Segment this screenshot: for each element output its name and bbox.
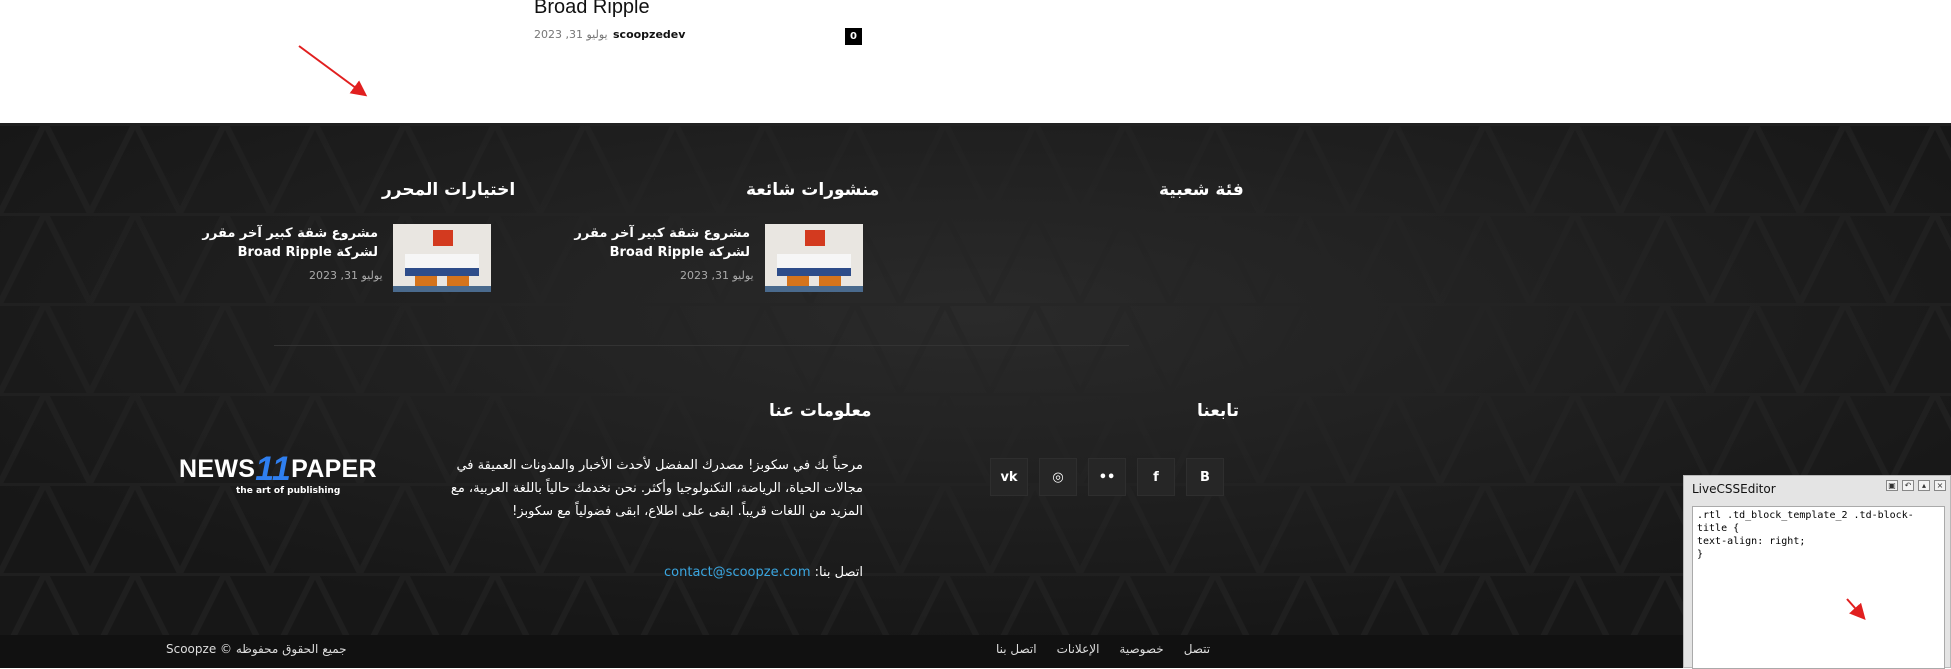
popular-post-date: يوليو 31, 2023 [680, 269, 754, 282]
footer-menu: تتصل خصوصية الإعلانات اتصل بنا [996, 642, 1210, 656]
follow-us-title: تابعنا [1197, 401, 1240, 421]
bedroom-image [393, 224, 491, 292]
popular-posts-title: منشورات شائعة [746, 180, 880, 200]
post-title[interactable]: Broad Ripple [534, 0, 650, 19]
editor-pick-thumbnail[interactable] [393, 224, 491, 292]
logo-text-right: PAPER [291, 455, 377, 483]
vk-icon[interactable]: vk [990, 458, 1028, 496]
post-date: يوليو 31, 2023 [534, 28, 608, 41]
flickr-icon[interactable]: •• [1088, 458, 1126, 496]
logo-text-left: NEWS [179, 455, 256, 483]
copyright-text: جميع الحقوق محفوظه © Scoopze [166, 642, 347, 656]
footer-menu-item[interactable]: تتصل [1184, 642, 1210, 656]
blogger-icon[interactable]: B [1186, 458, 1224, 496]
close-icon[interactable]: × [1934, 480, 1946, 491]
live-css-editor-panel[interactable]: LiveCSSEditor ▣ ↶ ▴ × .rtl .td_block_tem… [1683, 475, 1951, 669]
undo-icon[interactable]: ↶ [1902, 480, 1914, 491]
popular-category-title: فئة شعبية [1159, 180, 1244, 200]
contact-email-link[interactable]: contact@scoopze.com [664, 565, 810, 580]
footer-background-image [0, 123, 1951, 668]
site-footer: فئة شعبية منشورات شائعة اختيارات المحرر … [0, 123, 1951, 668]
editor-pick-date: يوليو 31, 2023 [309, 269, 383, 282]
bedroom-image [765, 224, 863, 292]
popular-post-title[interactable]: مشروع شقة كبير آخر مقرر لشركة Broad Ripp… [556, 224, 750, 262]
css-code-textarea[interactable]: .rtl .td_block_template_2 .td-block-titl… [1692, 506, 1945, 669]
editor-picks-title: اختيارات المحرر [382, 180, 516, 200]
contact-label: اتصل بنا: [814, 565, 863, 580]
footer-menu-item[interactable]: الإعلانات [1057, 642, 1100, 656]
instagram-icon[interactable]: ◎ [1039, 458, 1077, 496]
live-css-editor-title: LiveCSSEditor [1692, 482, 1776, 496]
footer-divider [274, 345, 1129, 346]
panel-controls: ▣ ↶ ▴ × [1886, 480, 1946, 491]
annotation-arrow [298, 45, 368, 97]
social-links: vk ◎ •• f B [990, 458, 1224, 496]
newspaper-logo[interactable]: NEWS11PAPER the art of publishing [179, 450, 377, 496]
about-us-text: مرحباً بك في سكوبز! مصدرك المفضل لأحدث ا… [450, 458, 863, 519]
footer-menu-item[interactable]: خصوصية [1119, 642, 1163, 656]
maximize-icon[interactable]: ▴ [1918, 480, 1930, 491]
contact-line: اتصل بنا: contact@scoopze.com [560, 565, 863, 580]
editor-pick-title[interactable]: مشروع شقة كبير آخر مقرر لشركة Broad Ripp… [184, 224, 378, 262]
footer-menu-item[interactable]: اتصل بنا [996, 642, 1037, 656]
popular-post-thumbnail[interactable] [765, 224, 863, 292]
comment-count-badge[interactable]: 0 [845, 28, 862, 45]
about-us-title: معلومات عنا [769, 401, 872, 421]
logo-number: 11 [255, 450, 292, 488]
facebook-icon[interactable]: f [1137, 458, 1175, 496]
post-author[interactable]: scoopzedev [613, 28, 685, 41]
save-icon[interactable]: ▣ [1886, 480, 1898, 491]
